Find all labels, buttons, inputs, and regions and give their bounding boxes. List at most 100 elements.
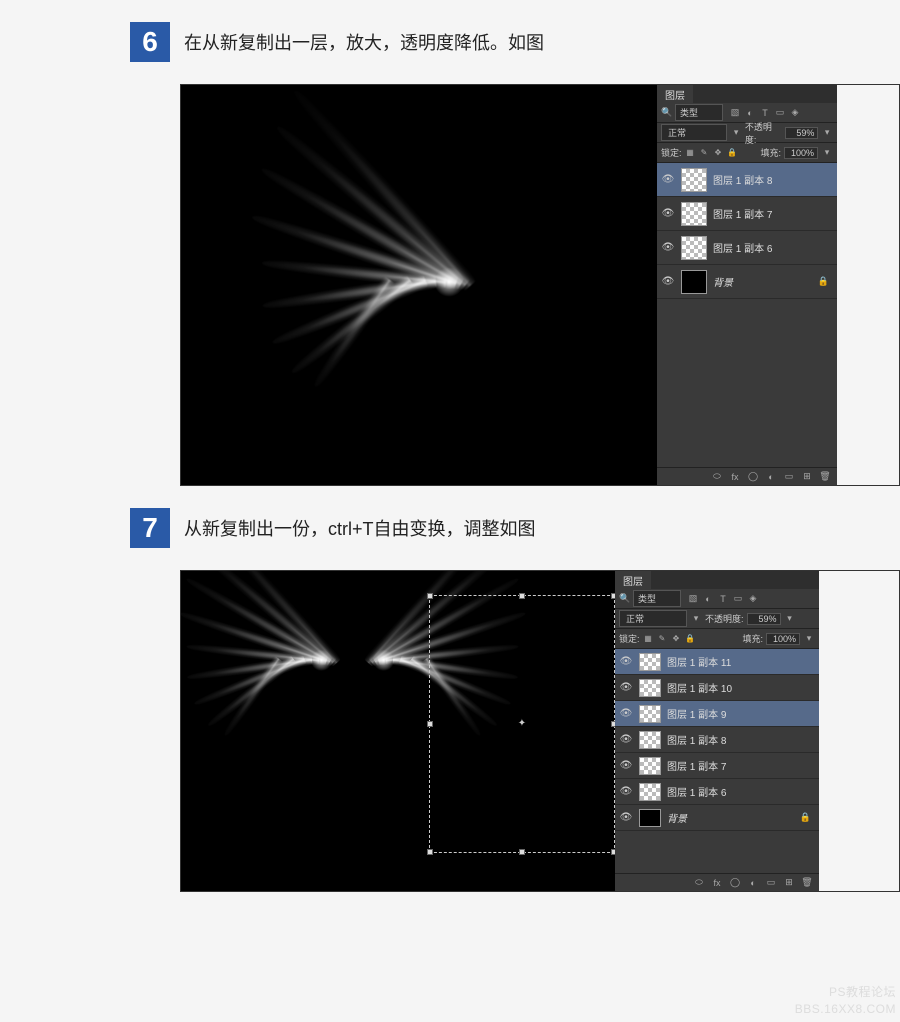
delete-icon[interactable]: 🗑	[801, 877, 813, 888]
lock-row: 锁定: ▦ ✎ ✥ 🔒 填充: 100% ▾	[657, 143, 837, 163]
tab-layers[interactable]: 图层	[615, 571, 651, 590]
screenshot-6: 图层 🔍 类型 ▧ ◐ T ▭ ◈ 正常 ▾ 不透明度: 59% ▾	[180, 84, 900, 486]
transform-handle[interactable]	[427, 721, 433, 727]
mask-icon[interactable]: ◯	[729, 877, 741, 888]
visibility-icon[interactable]: 👁	[619, 760, 633, 771]
visibility-icon[interactable]: 👁	[619, 786, 633, 797]
lock-position-icon[interactable]: ✥	[713, 147, 724, 158]
link-layers-icon[interactable]: ⬭	[693, 877, 705, 888]
lock-label: 锁定:	[619, 632, 640, 645]
filter-smart-icon[interactable]: ◈	[747, 593, 759, 605]
filter-icons: ▧ ◐ T ▭ ◈	[729, 107, 801, 119]
visibility-icon[interactable]: 👁	[661, 174, 675, 185]
tab-layers[interactable]: 图层	[657, 85, 693, 104]
layer-thumb	[681, 202, 707, 226]
layer-row[interactable]: 👁 图层 1 副本 7	[615, 753, 819, 779]
layer-row[interactable]: 👁 图层 1 副本 9	[615, 701, 819, 727]
fx-icon[interactable]: fx	[711, 878, 723, 888]
transform-handle[interactable]	[519, 849, 525, 855]
opacity-value[interactable]: 59%	[747, 613, 781, 625]
visibility-icon[interactable]: 👁	[661, 242, 675, 253]
lock-transparency-icon[interactable]: ▦	[685, 147, 696, 158]
filter-type-icon[interactable]: T	[717, 593, 729, 605]
fill-dropdown-icon[interactable]: ▾	[821, 147, 833, 159]
layer-row[interactable]: 👁 图层 1 副本 6	[615, 779, 819, 805]
layer-name: 背景	[713, 274, 733, 289]
fill-value[interactable]: 100%	[784, 147, 818, 159]
fill-value[interactable]: 100%	[766, 633, 800, 645]
layer-row[interactable]: 👁 图层 1 副本 6	[657, 231, 837, 265]
visibility-icon[interactable]: 👁	[619, 708, 633, 719]
transform-center-icon[interactable]: ✦	[517, 719, 527, 729]
step-7-number: 7	[130, 508, 170, 548]
opacity-label: 不透明度:	[705, 612, 744, 625]
lock-all-icon[interactable]: 🔒	[685, 633, 696, 644]
opacity-dropdown-icon[interactable]: ▾	[821, 127, 833, 139]
layer-row-background[interactable]: 👁 背景 🔒	[657, 265, 837, 299]
step-6: 6 在从新复制出一层，放大，透明度降低。如图 图层 🔍	[0, 22, 900, 486]
filter-shape-icon[interactable]: ▭	[732, 593, 744, 605]
transform-handle[interactable]	[519, 593, 525, 599]
new-layer-icon[interactable]: ⊞	[783, 877, 795, 888]
blend-mode-select[interactable]: 正常	[619, 610, 687, 627]
lock-pixels-icon[interactable]: ✎	[657, 633, 668, 644]
layer-row[interactable]: 👁 图层 1 副本 8	[615, 727, 819, 753]
link-layers-icon[interactable]: ⬭	[711, 471, 723, 482]
new-layer-icon[interactable]: ⊞	[801, 471, 813, 482]
filter-adjust-icon[interactable]: ◐	[702, 593, 714, 605]
adjustment-icon[interactable]: ◐	[765, 472, 777, 482]
fill-dropdown-icon[interactable]: ▾	[803, 633, 815, 645]
fill-label: 填充:	[760, 146, 781, 159]
filter-row: 🔍 类型 ▧ ◐ T ▭ ◈	[615, 589, 819, 609]
lock-all-icon[interactable]: 🔒	[727, 147, 738, 158]
group-icon[interactable]: ▭	[765, 877, 777, 888]
filter-adjust-icon[interactable]: ◐	[744, 107, 756, 119]
step-7-header: 7 从新复制出一份，ctrl+T自由变换，调整如图	[130, 508, 900, 548]
layer-type-select[interactable]: 类型	[633, 590, 681, 607]
transform-handle[interactable]	[427, 849, 433, 855]
dropdown-icon[interactable]: ▾	[690, 613, 702, 625]
blend-mode-select[interactable]: 正常	[661, 124, 727, 141]
opacity-value[interactable]: 59%	[785, 127, 818, 139]
layer-row[interactable]: 👁 图层 1 副本 7	[657, 197, 837, 231]
layer-thumb	[639, 731, 661, 749]
delete-icon[interactable]: 🗑	[819, 471, 831, 482]
lock-transparency-icon[interactable]: ▦	[643, 633, 654, 644]
filter-pixel-icon[interactable]: ▧	[729, 107, 741, 119]
visibility-icon[interactable]: 👁	[619, 656, 633, 667]
step-7-text: 从新复制出一份，ctrl+T自由变换，调整如图	[184, 515, 536, 541]
layer-row[interactable]: 👁 图层 1 副本 11	[615, 649, 819, 675]
blend-row: 正常 ▾ 不透明度: 59% ▾	[615, 609, 819, 629]
lock-icons: ▦ ✎ ✥ 🔒	[685, 147, 738, 158]
layer-name: 图层 1 副本 6	[667, 784, 726, 799]
watermark-line2: BBS.16XX8.COM	[795, 1002, 896, 1016]
visibility-icon[interactable]: 👁	[661, 276, 675, 287]
layers-list-7: 👁 图层 1 副本 11 👁 图层 1 副本 10 👁 图层 1 副本 9 👁	[615, 649, 819, 831]
lock-pixels-icon[interactable]: ✎	[699, 147, 710, 158]
layer-row[interactable]: 👁 图层 1 副本 8	[657, 163, 837, 197]
group-icon[interactable]: ▭	[783, 471, 795, 482]
filter-smart-icon[interactable]: ◈	[789, 107, 801, 119]
opacity-dropdown-icon[interactable]: ▾	[784, 613, 796, 625]
step-7: 7 从新复制出一份，ctrl+T自由变换，调整如图	[0, 508, 900, 892]
search-icon[interactable]: 🔍	[619, 593, 631, 605]
filter-type-icon[interactable]: T	[759, 107, 771, 119]
adjustment-icon[interactable]: ◐	[747, 878, 759, 888]
search-icon[interactable]: 🔍	[661, 107, 673, 119]
visibility-icon[interactable]: 👁	[619, 812, 633, 823]
lock-position-icon[interactable]: ✥	[671, 633, 682, 644]
layer-thumb	[639, 783, 661, 801]
layer-type-select[interactable]: 类型	[675, 104, 723, 121]
filter-shape-icon[interactable]: ▭	[774, 107, 786, 119]
layer-row-background[interactable]: 👁 背景 🔒	[615, 805, 819, 831]
mask-icon[interactable]: ◯	[747, 471, 759, 482]
filter-pixel-icon[interactable]: ▧	[687, 593, 699, 605]
layer-thumb	[681, 168, 707, 192]
blend-row: 正常 ▾ 不透明度: 59% ▾	[657, 123, 837, 143]
layer-row[interactable]: 👁 图层 1 副本 10	[615, 675, 819, 701]
visibility-icon[interactable]: 👁	[619, 734, 633, 745]
fx-icon[interactable]: fx	[729, 472, 741, 482]
visibility-icon[interactable]: 👁	[661, 208, 675, 219]
visibility-icon[interactable]: 👁	[619, 682, 633, 693]
dropdown-icon[interactable]: ▾	[730, 127, 742, 139]
